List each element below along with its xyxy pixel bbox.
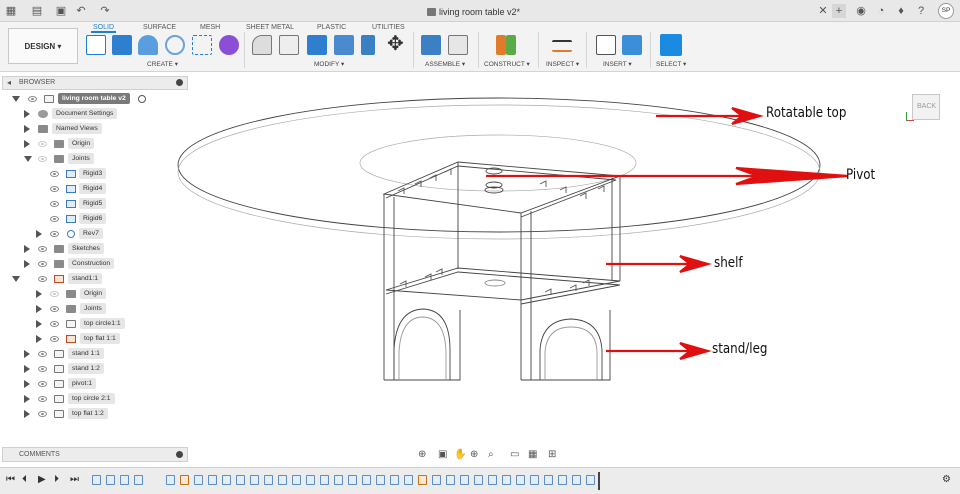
timeline-feature[interactable] — [166, 475, 175, 485]
pan-icon[interactable]: ✋ — [454, 449, 466, 460]
timeline-feature[interactable] — [362, 475, 371, 485]
viewports-icon[interactable]: ⊞ — [548, 449, 556, 460]
timeline-feature[interactable] — [516, 475, 525, 485]
model-viewport[interactable] — [0, 0, 960, 494]
timeline-feature[interactable] — [106, 475, 115, 485]
axis-x-icon — [906, 120, 914, 121]
timeline-feature[interactable] — [460, 475, 469, 485]
navigation-bar: ⊕ ▣ ✋ ⊕ ⌕ ▭ ▦ ⊞ — [414, 447, 564, 463]
timeline-feature[interactable] — [390, 475, 399, 485]
grid-settings-icon[interactable]: ▦ — [528, 449, 537, 460]
timeline-feature[interactable] — [376, 475, 385, 485]
timeline-feature[interactable] — [334, 475, 343, 485]
shelf-outline[interactable] — [385, 267, 621, 301]
annotation-shelf: shelf — [714, 255, 743, 271]
timeline-feature[interactable] — [586, 475, 595, 485]
orbit-icon[interactable]: ⊕ — [418, 449, 426, 460]
comments-title: COMMENTS — [19, 451, 60, 458]
timeline-feature[interactable] — [278, 475, 287, 485]
step-back-icon[interactable]: ⏴ — [22, 474, 27, 485]
timeline-feature[interactable] — [180, 475, 189, 485]
look-at-icon[interactable]: ▣ — [438, 449, 447, 460]
comments-pin-icon[interactable] — [176, 451, 183, 458]
settings-icon[interactable]: ⚙ — [942, 474, 951, 485]
timeline-feature[interactable] — [306, 475, 315, 485]
timeline-feature[interactable] — [250, 475, 259, 485]
view-cube-face[interactable]: BACK — [912, 94, 940, 120]
step-forward-icon[interactable]: ⏵ — [54, 474, 59, 485]
timeline-feature[interactable] — [320, 475, 329, 485]
play-icon[interactable]: ▶ — [38, 474, 46, 485]
display-settings-icon[interactable]: ▭ — [510, 449, 519, 460]
timeline-feature[interactable] — [558, 475, 567, 485]
timeline-feature[interactable] — [134, 475, 143, 485]
timeline-feature[interactable] — [222, 475, 231, 485]
timeline-feature[interactable] — [208, 475, 217, 485]
timeline-feature[interactable] — [236, 475, 245, 485]
timeline-feature[interactable] — [502, 475, 511, 485]
view-cube-label: BACK — [917, 103, 937, 110]
timeline-feature[interactable] — [404, 475, 413, 485]
timeline-feature[interactable] — [488, 475, 497, 485]
annotation-pivot: Pivot — [846, 167, 876, 183]
timeline-feature[interactable] — [120, 475, 129, 485]
timeline-feature[interactable] — [544, 475, 553, 485]
timeline-feature[interactable] — [264, 475, 273, 485]
timeline-feature[interactable] — [92, 475, 101, 485]
timeline-feature[interactable] — [530, 475, 539, 485]
timeline-feature[interactable] — [194, 475, 203, 485]
timeline-marker[interactable] — [598, 472, 600, 490]
timeline-feature[interactable] — [474, 475, 483, 485]
annotation-stand: stand/leg — [712, 341, 768, 357]
comments-panel[interactable]: COMMENTS — [2, 447, 188, 462]
zoom-window-icon[interactable]: ⌕ — [488, 449, 494, 460]
timeline-feature[interactable] — [348, 475, 357, 485]
timeline: ⏮ ⏴ ▶ ⏵ ⏭ ⚙ — [0, 467, 960, 494]
timeline-feature[interactable] — [446, 475, 455, 485]
timeline-feature[interactable] — [292, 475, 301, 485]
go-to-end-icon[interactable]: ⏭ — [70, 474, 79, 485]
go-to-start-icon[interactable]: ⏮ — [6, 474, 15, 485]
timeline-feature[interactable] — [432, 475, 441, 485]
zoom-icon[interactable]: ⊕ — [470, 449, 478, 460]
annotation-top: Rotatable top — [766, 105, 847, 121]
axis-y-icon — [906, 112, 907, 121]
table-top-outline[interactable] — [177, 97, 821, 233]
timeline-feature[interactable] — [418, 475, 427, 485]
view-cube[interactable]: BACK — [906, 90, 944, 126]
timeline-feature[interactable] — [572, 475, 581, 485]
